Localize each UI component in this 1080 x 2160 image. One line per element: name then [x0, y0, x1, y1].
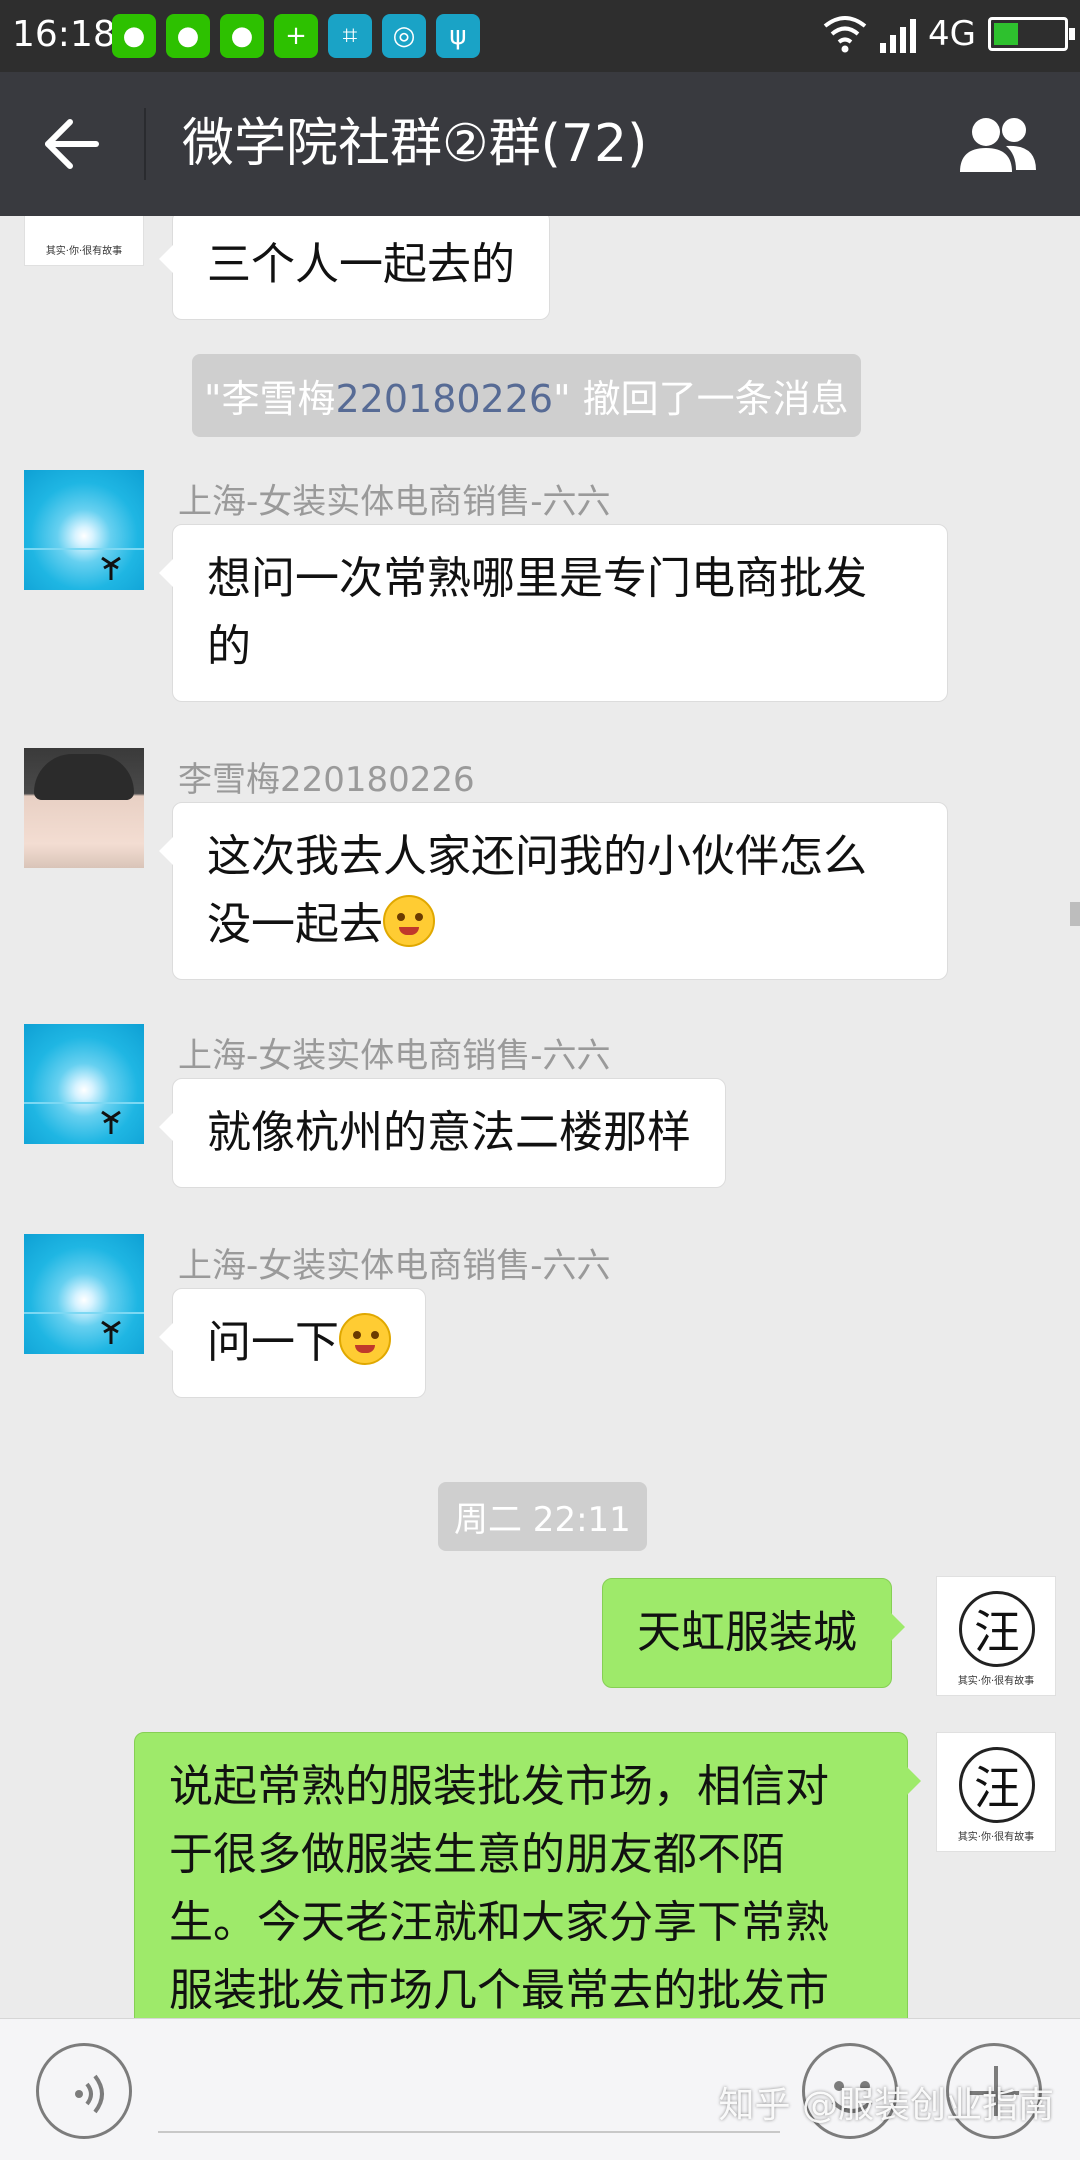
- status-bar: 16:18 ● ● ● + ⌗ ◎ ψ 4G: [0, 0, 1080, 72]
- wechat-icon: ●: [166, 14, 210, 58]
- avatar[interactable]: 汪 其实·你·很有故事: [936, 1576, 1056, 1696]
- message-bubble[interactable]: 这次我去人家还问我的小伙伴怎么 没一起去: [159, 802, 948, 980]
- sender-name: 上海-女装实体电商销售-六六: [178, 1036, 611, 1076]
- wechat-icon: ●: [112, 14, 156, 58]
- message-text-line: 于很多做服装生意的朋友都不陌: [169, 1829, 785, 1880]
- battery-icon: [988, 17, 1075, 51]
- message-text-line: 没一起去: [207, 899, 383, 950]
- voice-input-button[interactable]: [36, 2043, 132, 2139]
- network-type: 4G: [928, 14, 976, 54]
- sender-name: 上海-女装实体电商销售-六六: [178, 482, 611, 522]
- message-bubble[interactable]: 想问一次常熟哪里是专门电商批发 的: [159, 524, 948, 702]
- time-separator: 周二 22:11: [438, 1482, 647, 1551]
- message-text-line: 生。今天老汪就和大家分享下常熟: [169, 1897, 829, 1948]
- group-members-icon[interactable]: [956, 112, 1040, 176]
- message-text: 三个人一起去的: [207, 239, 515, 290]
- basketball-app-icon: ◎: [382, 14, 426, 58]
- scan-icon: ⌗: [328, 14, 372, 58]
- message-input[interactable]: [158, 2131, 780, 2133]
- avatar-caption: 其实·你·很有故事: [957, 1676, 1035, 1687]
- sender-name: 李雪梅220180226: [178, 760, 475, 800]
- avatar[interactable]: 汪 其实·你·很有故事: [936, 1732, 1056, 1852]
- wifi-icon: [823, 16, 867, 53]
- avatar-glyph: 汪: [959, 1591, 1035, 1667]
- message-text-line: 的: [207, 621, 251, 672]
- avatar[interactable]: [24, 470, 144, 590]
- chat-messages[interactable]: 其实·你·很有故事 三个人一起去的 "李雪梅220180226" 撤回了一条消息…: [0, 216, 1080, 2018]
- signal-icon: [880, 15, 917, 53]
- avatar[interactable]: [24, 1024, 144, 1144]
- message-bubble-outgoing[interactable]: 说起常熟的服装批发市场，相信对 于很多做服装生意的朋友都不陌 生。今天老汪就和大…: [134, 1732, 921, 2018]
- message-text: 就像杭州的意法二楼那样: [207, 1107, 691, 1158]
- chat-header: 微学院社群②群(72): [0, 72, 1080, 216]
- avatar-caption: 其实·你·很有故事: [957, 1832, 1035, 1843]
- usb-icon: ψ: [436, 14, 480, 58]
- status-time: 16:18: [12, 14, 116, 55]
- message-text-line: 服装批发市场几个最常去的批发市: [169, 1965, 829, 2016]
- recalled-user-name[interactable]: 220180226: [335, 377, 553, 421]
- status-right: 4G: [822, 14, 1075, 54]
- avatar[interactable]: [24, 1234, 144, 1354]
- avatar[interactable]: [24, 748, 144, 868]
- message-text-line: 说起常熟的服装批发市场，相信对: [169, 1761, 829, 1812]
- scrollbar[interactable]: [1070, 902, 1080, 926]
- wechat-icon: ●: [220, 14, 264, 58]
- sender-name: 上海-女装实体电商销售-六六: [178, 1246, 611, 1286]
- crying-emoji-icon: [339, 1313, 391, 1365]
- message-text-line: 想问一次常熟哪里是专门电商批发: [207, 553, 867, 604]
- avatar-glyph: 汪: [959, 1747, 1035, 1823]
- avatar[interactable]: 其实·你·很有故事: [24, 216, 144, 266]
- palm-tree-icon: [101, 1110, 121, 1134]
- plus-app-icon: +: [274, 14, 318, 58]
- notification-icons: ● ● ● + ⌗ ◎ ψ: [112, 14, 480, 58]
- watermark: 知乎 @服装创业指南: [718, 2085, 1054, 2126]
- header-divider: [144, 108, 146, 180]
- message-text-line: 这次我去人家还问我的小伙伴怎么: [207, 831, 867, 882]
- message-bubble[interactable]: 问一下: [159, 1288, 426, 1398]
- back-arrow-icon[interactable]: [40, 112, 104, 176]
- recall-notice: "李雪梅220180226" 撤回了一条消息: [192, 354, 861, 437]
- message-text: 问一下: [207, 1317, 339, 1368]
- palm-tree-icon: [101, 556, 121, 580]
- chat-title: 微学院社群②群(72): [182, 114, 648, 174]
- message-bubble-outgoing[interactable]: 天虹服装城: [602, 1578, 905, 1688]
- message-bubble[interactable]: 就像杭州的意法二楼那样: [159, 1078, 726, 1188]
- emoji-icon: [383, 895, 435, 947]
- palm-tree-icon: [101, 1320, 121, 1344]
- message-text: 天虹服装城: [637, 1607, 857, 1658]
- voice-icon: [75, 2074, 104, 2114]
- message-bubble[interactable]: 三个人一起去的: [159, 216, 550, 320]
- avatar-caption: 其实·你·很有故事: [45, 246, 123, 257]
